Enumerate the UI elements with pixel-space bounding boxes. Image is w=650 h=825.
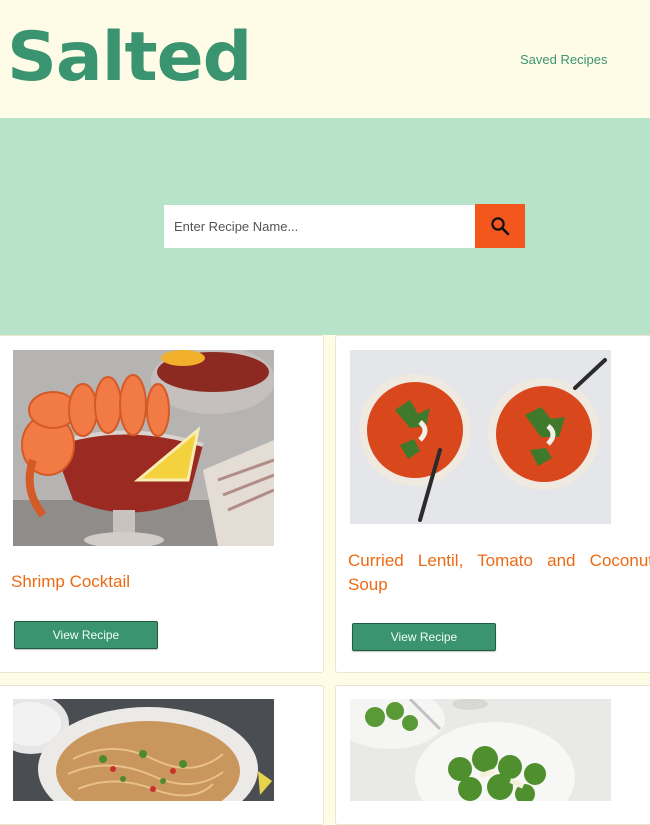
lentil-soup-photo — [350, 350, 611, 524]
view-recipe-button[interactable]: View Recipe — [352, 623, 496, 651]
shrimp-cocktail-photo — [13, 350, 274, 546]
search-button[interactable] — [475, 204, 525, 248]
recipe-card — [335, 685, 650, 825]
noodle-salad-photo — [13, 699, 274, 801]
recipe-card: Shrimp Cocktail View Recipe — [0, 335, 324, 673]
search-input[interactable] — [164, 205, 475, 248]
recipe-title[interactable]: Shrimp Cocktail — [11, 570, 311, 594]
recipe-card — [0, 685, 324, 825]
site-header: Salted Saved Recipes — [0, 0, 650, 118]
view-recipe-button[interactable]: View Recipe — [14, 621, 158, 649]
saved-recipes-link[interactable]: Saved Recipes — [520, 52, 607, 67]
recipe-card: Curried Lentil, Tomato and Coconut Soup … — [335, 335, 650, 673]
logo[interactable]: Salted — [7, 18, 252, 98]
green-salad-photo — [350, 699, 611, 801]
search-icon — [491, 217, 510, 236]
recipe-title[interactable]: Curried Lentil, Tomato and Coconut Soup — [348, 549, 650, 597]
